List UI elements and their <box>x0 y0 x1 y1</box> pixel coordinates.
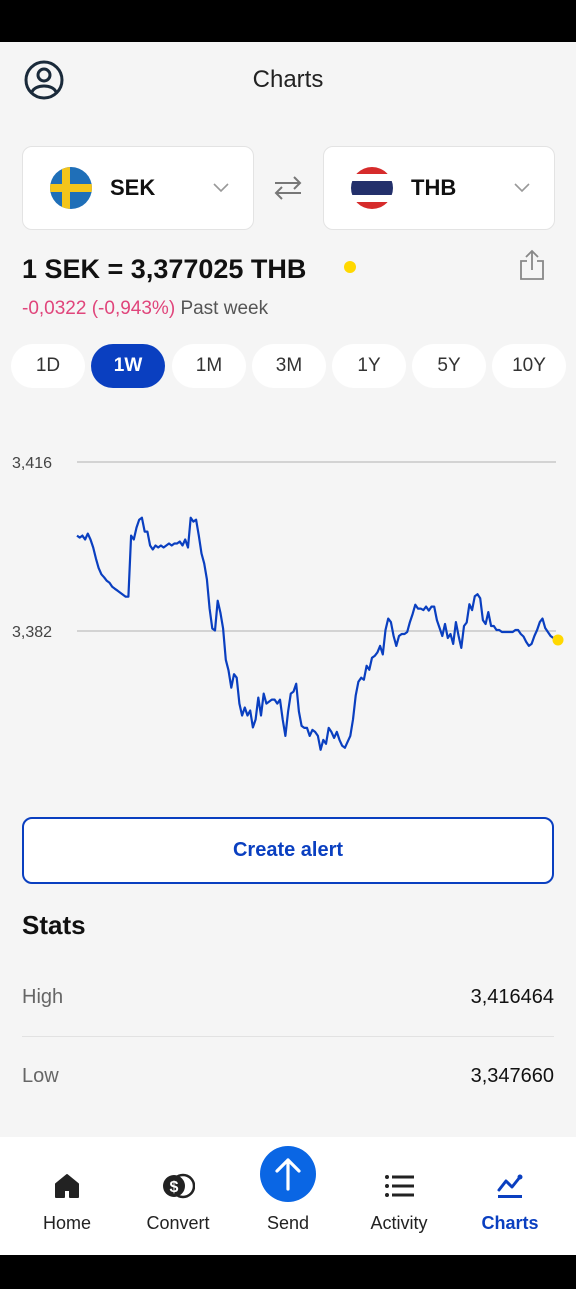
nav-send[interactable]: Send <box>233 1137 343 1255</box>
stat-high-value: 3,416464 <box>470 986 554 1008</box>
range-1w-button[interactable]: 1W <box>91 344 165 388</box>
rate-series-line <box>76 516 557 751</box>
app-header: Charts <box>0 42 576 120</box>
page-title: Charts <box>252 66 324 93</box>
to-currency-selector[interactable]: THB <box>323 146 555 230</box>
rate-change-value: -0,0322 (-0,943%) <box>22 298 176 319</box>
time-range-selector: 1D 1W 1M 3M 1Y 5Y 10Y <box>11 344 567 390</box>
from-currency-code: SEK <box>110 175 156 200</box>
chart-line-icon <box>455 1171 565 1201</box>
rate-change: -0,0322 (-0,943%) Past week <box>22 298 268 320</box>
create-alert-button[interactable]: Create alert <box>22 817 554 884</box>
send-button-circle <box>260 1146 316 1202</box>
chevron-down-icon <box>514 179 532 197</box>
to-currency-code: THB <box>411 175 457 200</box>
latest-point-marker <box>552 634 564 646</box>
range-1m-button[interactable]: 1M <box>172 344 246 388</box>
stat-low-label: Low <box>22 1064 59 1087</box>
nav-activity[interactable]: Activity <box>344 1137 454 1255</box>
stat-low-row: Low 3,347660 <box>22 1037 554 1115</box>
swap-arrows-icon <box>274 176 302 200</box>
sweden-flag-icon <box>50 167 92 209</box>
stat-high-row: High 3,416464 <box>22 959 554 1037</box>
chevron-down-icon <box>213 179 231 197</box>
stat-low-value: 3,347660 <box>470 1064 554 1087</box>
nav-activity-label: Activity <box>370 1213 428 1233</box>
list-icon <box>344 1171 454 1201</box>
range-1y-button[interactable]: 1Y <box>332 344 406 388</box>
stats-heading: Stats <box>22 910 86 940</box>
share-icon <box>520 249 544 280</box>
nav-charts-label: Charts <box>481 1213 539 1233</box>
nav-convert-label: Convert <box>146 1213 210 1233</box>
stat-high-label: High <box>22 986 64 1008</box>
nav-send-label: Send <box>266 1213 310 1233</box>
nav-home[interactable]: Home <box>12 1137 122 1255</box>
y-tick-label: 3,382 <box>12 624 52 641</box>
rate-chart-svg: 3,4163,3823,348 <box>12 455 564 751</box>
dollar-coins-icon: $ <box>123 1171 233 1201</box>
range-3m-button[interactable]: 3M <box>252 344 326 388</box>
exchange-rate: 1 SEK = 3,377025 THB <box>22 254 307 284</box>
y-tick-label: 3,416 <box>12 455 52 472</box>
range-10y-button[interactable]: 10Y <box>492 344 566 388</box>
from-currency-selector[interactable]: SEK <box>22 146 254 230</box>
live-indicator-dot <box>344 261 356 273</box>
share-button[interactable] <box>516 247 548 283</box>
range-1d-button[interactable]: 1D <box>11 344 85 388</box>
nav-convert[interactable]: $ Convert <box>123 1137 233 1255</box>
swap-currencies-button[interactable] <box>268 172 308 204</box>
thailand-flag-icon <box>351 167 393 209</box>
bottom-navigation: Home $ Convert Send Activity Charts <box>0 1137 576 1255</box>
home-icon <box>12 1171 122 1201</box>
arrow-up-icon <box>275 1158 301 1191</box>
rate-change-period: Past week <box>180 298 269 319</box>
charts-screen: Charts SEK THB 1 SEK = 3,377025 THB -0,0… <box>0 42 576 1255</box>
svg-text:$: $ <box>170 1179 179 1196</box>
range-5y-button[interactable]: 5Y <box>412 344 486 388</box>
nav-charts[interactable]: Charts <box>455 1137 565 1255</box>
rate-chart: 3,4163,3823,348 <box>0 402 576 782</box>
nav-home-label: Home <box>42 1213 91 1233</box>
